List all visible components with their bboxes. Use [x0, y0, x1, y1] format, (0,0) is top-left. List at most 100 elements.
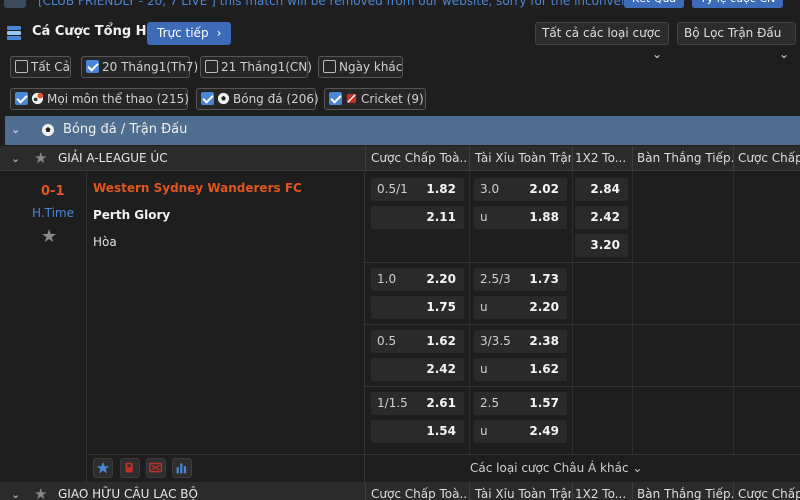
under-label: u [480, 362, 488, 376]
star-icon[interactable]: ★ [34, 485, 47, 500]
checkbox[interactable] [323, 60, 336, 73]
league-header[interactable]: ⌄ ★ GIAO HỮU CÂU LẠC BỘ Cược Chấp Toà...… [0, 482, 800, 500]
news-ticker: [CLUB FRIENDLY - 20, 7 LIVE ] this match… [0, 0, 800, 10]
star-icon [96, 461, 110, 474]
under-label: u [480, 300, 488, 314]
handicap-home-odds[interactable]: 0.5/1 1.82 [371, 178, 464, 201]
match-row: 0-1 H.Time ★ Western Sydney Wanderers FC… [0, 172, 800, 482]
checkbox[interactable] [201, 92, 214, 105]
results-button[interactable]: Kết Quả [624, 0, 685, 8]
column-divider [365, 146, 366, 171]
match-filter-dropdown[interactable]: Bộ Lọc Trận Đấu ⌄ [677, 22, 796, 61]
handicap-away-odds[interactable]: 2.42 [371, 358, 464, 381]
bet-type-dropdown[interactable]: Tất cả các loại cược ⌄ [535, 22, 669, 61]
page-title: Cá Cược Tổng Hợp [32, 24, 165, 39]
odds-value: 2.49 [529, 424, 559, 438]
search-icon[interactable] [4, 0, 26, 8]
handicap-home-odds[interactable]: 0.5 1.62 [371, 330, 464, 353]
under-odds[interactable]: u 2.20 [474, 296, 567, 319]
handicap-home-odds[interactable]: 1/1.5 2.61 [371, 392, 464, 415]
live-button[interactable]: Trực tiếp › [147, 22, 232, 45]
header: Cá Cược Tổng Hợp Trực tiếp › Tất cả các l… [0, 12, 800, 61]
checkbox[interactable] [15, 60, 28, 73]
group-divider [365, 324, 800, 325]
draw-label: Hòa [93, 235, 117, 249]
column-1x2: 1X2 To... [575, 151, 627, 165]
odds-value: 2.20 [426, 272, 456, 286]
favorite-star-icon[interactable]: ★ [41, 226, 57, 247]
total-line: 3/3.5 [480, 334, 511, 348]
chevron-down-icon[interactable]: ⌄ [11, 123, 20, 136]
odds-sunday-button[interactable]: Tỷ lệ cược CN [692, 0, 784, 8]
chevron-down-icon: ⌄ [632, 461, 643, 475]
under-odds[interactable]: u 1.62 [474, 358, 567, 381]
under-odds[interactable]: u 1.88 [474, 206, 567, 229]
tv-icon [148, 462, 163, 473]
total-line: 3.0 [480, 182, 500, 196]
favorite-button[interactable] [93, 458, 113, 478]
checkbox[interactable] [205, 60, 218, 73]
over-odds[interactable]: 2.5 1.57 [474, 392, 567, 415]
column-next-goal: Bàn Thắng Tiếp... [637, 487, 733, 500]
more-label: Các loại cược Châu Á khác [470, 461, 629, 475]
list-icon [7, 26, 21, 40]
statistics-button[interactable] [172, 458, 192, 478]
date-filter-sun[interactable]: 21 Tháng1(CN) [200, 56, 312, 78]
live-stream-button[interactable] [120, 458, 140, 478]
over-odds[interactable]: 3.0 2.02 [474, 178, 567, 201]
column-handicap: Cược Chấp Toà... [371, 487, 467, 500]
checkbox[interactable] [329, 92, 342, 105]
date-filter-all[interactable]: Tất Cả [10, 56, 71, 78]
date-filter-label: Ngày khác [339, 60, 403, 74]
handicap-home-odds[interactable]: 1.0 2.20 [371, 268, 464, 291]
date-filter-sat[interactable]: 20 Tháng1(Th7) [81, 56, 198, 78]
star-icon[interactable]: ★ [34, 149, 47, 167]
x12-away-odds[interactable]: 2.42 [575, 206, 628, 229]
column-divider [632, 482, 633, 500]
odds-value: 2.38 [529, 334, 559, 348]
under-label: u [480, 424, 488, 438]
odds-value: 1.62 [529, 362, 559, 376]
sport-filter-football[interactable]: Bóng đá (206) [196, 88, 319, 110]
handicap-away-odds[interactable]: 1.54 [371, 420, 464, 443]
date-filter-label: 20 Tháng1(Th7) [102, 60, 199, 74]
bar-chart-icon [176, 463, 187, 474]
date-filter-label: 21 Tháng1(CN) [221, 60, 312, 74]
live-tv-button[interactable] [146, 458, 166, 478]
column-divider [733, 172, 734, 454]
section-header[interactable]: ⌄ Bóng đá / Trận Đấu [5, 116, 800, 145]
column-divider [572, 482, 573, 500]
odds-value: 1.75 [426, 300, 456, 314]
chevron-down-icon[interactable]: ⌄ [11, 488, 20, 500]
group-divider [365, 386, 800, 387]
x12-draw-odds[interactable]: 3.20 [575, 234, 628, 257]
odds-value: 2.61 [426, 396, 456, 410]
soccer-ball-icon [42, 124, 54, 136]
odds-value: 3.20 [590, 238, 620, 252]
odds-value: 1.73 [529, 272, 559, 286]
chevron-down-icon[interactable]: ⌄ [11, 152, 20, 165]
sport-filter-all[interactable]: Mọi môn thể thao (215) [10, 88, 189, 110]
x12-home-odds[interactable]: 2.84 [575, 178, 628, 201]
handicap-away-odds[interactable]: 2.11 [371, 206, 464, 229]
under-odds[interactable]: u 2.49 [474, 420, 567, 443]
group-divider [365, 262, 800, 263]
sport-filter-cricket[interactable]: Cricket (9) [324, 88, 426, 110]
handicap-line: 1.0 [377, 272, 397, 286]
handicap-away-odds[interactable]: 1.75 [371, 296, 464, 319]
league-header[interactable]: ⌄ ★ GIẢI A-LEAGUE ÚC Cược Chấp Toà... Tà… [0, 146, 800, 171]
league-name: GIẢI A-LEAGUE ÚC [58, 151, 168, 165]
match-status: 0-1 H.Time ★ [5, 172, 87, 482]
sport-filter-label: Mọi môn thể thao (215) [47, 92, 189, 106]
checkbox[interactable] [15, 92, 28, 105]
date-filter-other[interactable]: Ngày khác [318, 56, 403, 78]
more-asian-bets-link[interactable]: Các loại cược Châu Á khác ⌄ [470, 461, 642, 475]
checkbox[interactable] [86, 60, 99, 73]
cricket-icon [346, 93, 357, 104]
column-divider [469, 482, 470, 500]
date-filter-label: Tất Cả [31, 60, 70, 74]
odds-value: 2.42 [590, 210, 620, 224]
over-odds[interactable]: 3/3.5 2.38 [474, 330, 567, 353]
match-teams: Western Sydney Wanderers FC Perth Glory … [93, 172, 365, 482]
over-odds[interactable]: 2.5/3 1.73 [474, 268, 567, 291]
